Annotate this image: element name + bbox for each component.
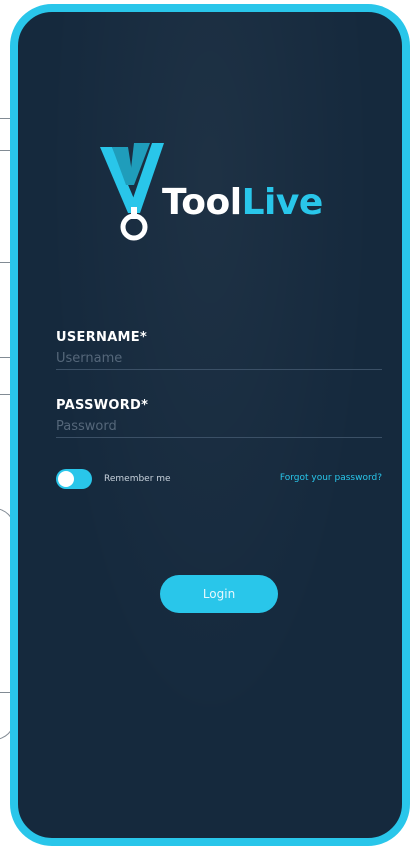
brand-name-part2: Live: [241, 182, 324, 223]
v-checkmark-pin-icon: [100, 143, 164, 241]
brand-name: ToolLive: [162, 181, 323, 225]
remember-me: Remember me: [56, 468, 171, 490]
remember-me-toggle[interactable]: [56, 469, 92, 489]
brand-name-part1: Tool: [162, 182, 242, 223]
brand-logo: ToolLive: [94, 137, 354, 247]
phone-frame: ToolLive USERNAME* PASSWORD* Remember me…: [10, 4, 410, 846]
password-label: PASSWORD*: [56, 398, 149, 413]
password-field-group: PASSWORD*: [56, 398, 382, 438]
toggle-knob: [58, 471, 74, 487]
remember-me-label: Remember me: [104, 474, 171, 484]
username-input[interactable]: [56, 348, 382, 370]
username-label: USERNAME*: [56, 330, 148, 345]
username-field-group: USERNAME*: [56, 330, 382, 370]
forgot-password-link[interactable]: Forgot your password?: [280, 473, 382, 483]
login-button[interactable]: Login: [160, 575, 278, 613]
password-input[interactable]: [56, 416, 382, 438]
screen: ToolLive USERNAME* PASSWORD* Remember me…: [0, 0, 416, 850]
